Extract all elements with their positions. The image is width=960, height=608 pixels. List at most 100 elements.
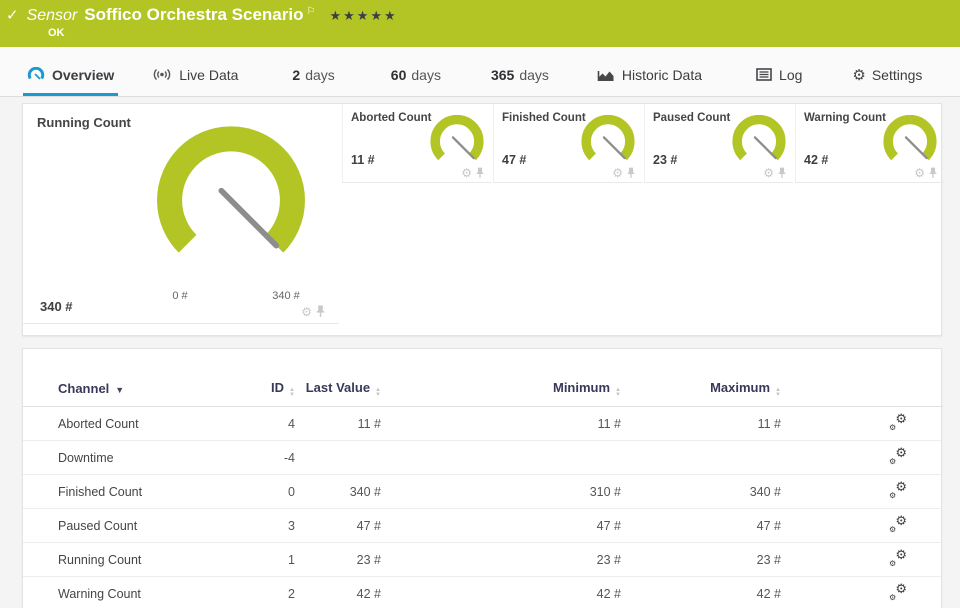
small-gauge-title: Warning Count <box>804 112 886 124</box>
column-header-channel[interactable]: Channel ▼ <box>23 381 248 396</box>
gauge-pin-icon[interactable] <box>316 305 325 318</box>
settings-gear-icon: ⚙ <box>852 66 866 84</box>
main-gauge-tile[interactable]: Running Count 0 # 340 # 340 # ⚙ <box>23 104 339 324</box>
channel-maximum: 47 # <box>756 518 781 533</box>
table-row: Running Count 1 23 # 23 # 23 # ⚙ ⚙ <box>23 543 943 577</box>
small-gauge-value: 42 # <box>804 153 829 167</box>
channel-maximum: 340 # <box>749 484 781 499</box>
channel-last-value: 47 # <box>356 518 381 533</box>
channel-table: Channel ▼ ID ▲ ▼ Last Value ▲ ▼ Minimum ▲ ▼ Max… <box>23 371 943 608</box>
gauge-gear-icon[interactable]: ⚙ <box>301 306 312 318</box>
flag-icon[interactable]: ⚐ <box>306 6 315 17</box>
small-gauge-chart <box>581 115 635 161</box>
small-gauge-tile[interactable]: Paused Count 23 # ⚙ <box>644 104 793 183</box>
small-gauges-row: Aborted Count 11 # ⚙ Finished Count 47 #… <box>340 104 944 183</box>
tab-60-days-number: 60 <box>390 66 407 83</box>
channel-settings-icon[interactable]: ⚙ ⚙ <box>889 581 907 602</box>
tab-settings[interactable]: ⚙ Settings <box>848 62 926 96</box>
channel-id: 4 <box>288 416 295 431</box>
channel-id: 2 <box>288 586 295 601</box>
tab-2-days[interactable]: 2 days <box>288 62 338 96</box>
status-badge: OK <box>48 27 65 39</box>
tab-historic-data[interactable]: Historic Data <box>593 62 706 96</box>
channel-name[interactable]: Running Count <box>23 553 248 567</box>
gauge-pin-icon[interactable] <box>627 167 635 179</box>
channel-table-header: Channel ▼ ID ▲ ▼ Last Value ▲ ▼ Minimum ▲ ▼ Max… <box>23 371 943 407</box>
small-gauge-value: 11 # <box>351 153 375 167</box>
sort-desc-icon: ▼ <box>115 385 125 395</box>
channel-minimum: 310 # <box>589 484 621 499</box>
tab-60-days[interactable]: 60 days <box>387 62 445 96</box>
table-row: Downtime -4 ⚙ ⚙ <box>23 441 943 475</box>
channel-minimum: 42 # <box>596 586 621 601</box>
channel-maximum: 11 # <box>757 416 781 431</box>
channel-last-value: 42 # <box>356 586 381 601</box>
live-data-icon <box>152 67 172 82</box>
channel-settings-icon[interactable]: ⚙ ⚙ <box>889 479 907 500</box>
channel-name[interactable]: Finished Count <box>23 485 248 499</box>
channel-table-body: Aborted Count 4 11 # 11 # 11 # ⚙ ⚙ Downti… <box>23 407 943 608</box>
column-header-maximum[interactable]: Maximum ▲ ▼ <box>621 380 781 397</box>
channel-settings-icon[interactable]: ⚙ ⚙ <box>889 513 907 534</box>
channel-id: 3 <box>288 518 295 533</box>
log-icon <box>756 68 772 81</box>
small-gauge-tile[interactable]: Finished Count 47 # ⚙ <box>493 104 642 183</box>
object-kind-label: Sensor <box>26 7 78 24</box>
channel-minimum: 47 # <box>596 518 621 533</box>
channel-last-value: 11 # <box>357 416 381 431</box>
ok-check-icon: ✓ <box>6 7 19 24</box>
gauge-gear-icon[interactable]: ⚙ <box>612 167 623 179</box>
gauge-gear-icon[interactable]: ⚙ <box>461 167 472 179</box>
gauge-icon <box>27 67 45 82</box>
column-header-last-value[interactable]: Last Value ▲ ▼ <box>295 380 381 397</box>
tab-live-data-label: Live Data <box>179 66 239 83</box>
table-row: Finished Count 0 340 # 310 # 340 # ⚙ ⚙ <box>23 475 943 509</box>
channels-panel: Channel ▼ ID ▲ ▼ Last Value ▲ ▼ Minimum ▲ ▼ Max… <box>22 348 943 608</box>
main-gauge-value: 340 # <box>40 299 73 314</box>
channel-last-value: 23 # <box>356 552 381 567</box>
channel-id: -4 <box>283 450 295 465</box>
gauge-pin-icon[interactable] <box>778 167 786 179</box>
channel-settings-icon[interactable]: ⚙ ⚙ <box>889 411 907 432</box>
column-header-minimum[interactable]: Minimum ▲ ▼ <box>381 380 621 397</box>
gauges-panel: Running Count 0 # 340 # 340 # ⚙ Aborted … <box>22 103 944 336</box>
small-gauge-tile[interactable]: Warning Count 42 # ⚙ <box>795 104 944 183</box>
channel-name[interactable]: Warning Count <box>23 587 248 601</box>
tab-365-days-number: 365 <box>490 66 515 83</box>
gauge-gear-icon[interactable]: ⚙ <box>914 167 925 179</box>
tab-2-days-unit: days <box>305 66 335 83</box>
table-row: Aborted Count 4 11 # 11 # 11 # ⚙ ⚙ <box>23 407 943 441</box>
tab-overview[interactable]: Overview <box>23 62 119 96</box>
tab-bar: Overview Live Data 2 days 60 days 365 da… <box>0 47 960 97</box>
small-gauge-chart <box>430 115 484 161</box>
tab-365-days[interactable]: 365 days <box>487 62 553 96</box>
channel-name[interactable]: Downtime <box>23 451 248 465</box>
tab-365-days-unit: days <box>519 66 549 83</box>
channel-id: 0 <box>288 484 295 499</box>
channel-maximum: 42 # <box>756 586 781 601</box>
gauge-pin-icon[interactable] <box>929 167 937 179</box>
page-title: Soffico Orchestra Scenario <box>84 5 304 24</box>
sort-icon: ▲ ▼ <box>775 387 781 398</box>
small-gauge-value: 47 # <box>502 153 527 167</box>
channel-maximum: 23 # <box>756 552 781 567</box>
channel-name[interactable]: Paused Count <box>23 519 248 533</box>
main-gauge-chart <box>157 126 305 253</box>
tab-historic-data-label: Historic Data <box>621 66 703 83</box>
sensor-status-header: ✓ Sensor Soffico Orchestra Scenario ⚐ ★★… <box>0 0 960 47</box>
table-row: Warning Count 2 42 # 42 # 42 # ⚙ ⚙ <box>23 577 943 608</box>
historic-data-icon <box>597 68 615 82</box>
channel-last-value: 340 # <box>349 484 381 499</box>
gauge-gear-icon[interactable]: ⚙ <box>763 167 774 179</box>
priority-stars[interactable]: ★★★★★ <box>329 8 397 24</box>
channel-name[interactable]: Aborted Count <box>23 417 248 431</box>
tab-live-data[interactable]: Live Data <box>148 62 242 96</box>
column-header-id[interactable]: ID ▲ ▼ <box>248 380 295 397</box>
gauge-pin-icon[interactable] <box>476 167 484 179</box>
tab-log[interactable]: Log <box>752 62 806 96</box>
channel-settings-icon[interactable]: ⚙ ⚙ <box>889 547 907 568</box>
small-gauge-tile[interactable]: Aborted Count 11 # ⚙ <box>342 104 491 183</box>
tab-2-days-number: 2 <box>292 66 301 83</box>
table-row: Paused Count 3 47 # 47 # 47 # ⚙ ⚙ <box>23 509 943 543</box>
channel-settings-icon[interactable]: ⚙ ⚙ <box>889 445 907 466</box>
